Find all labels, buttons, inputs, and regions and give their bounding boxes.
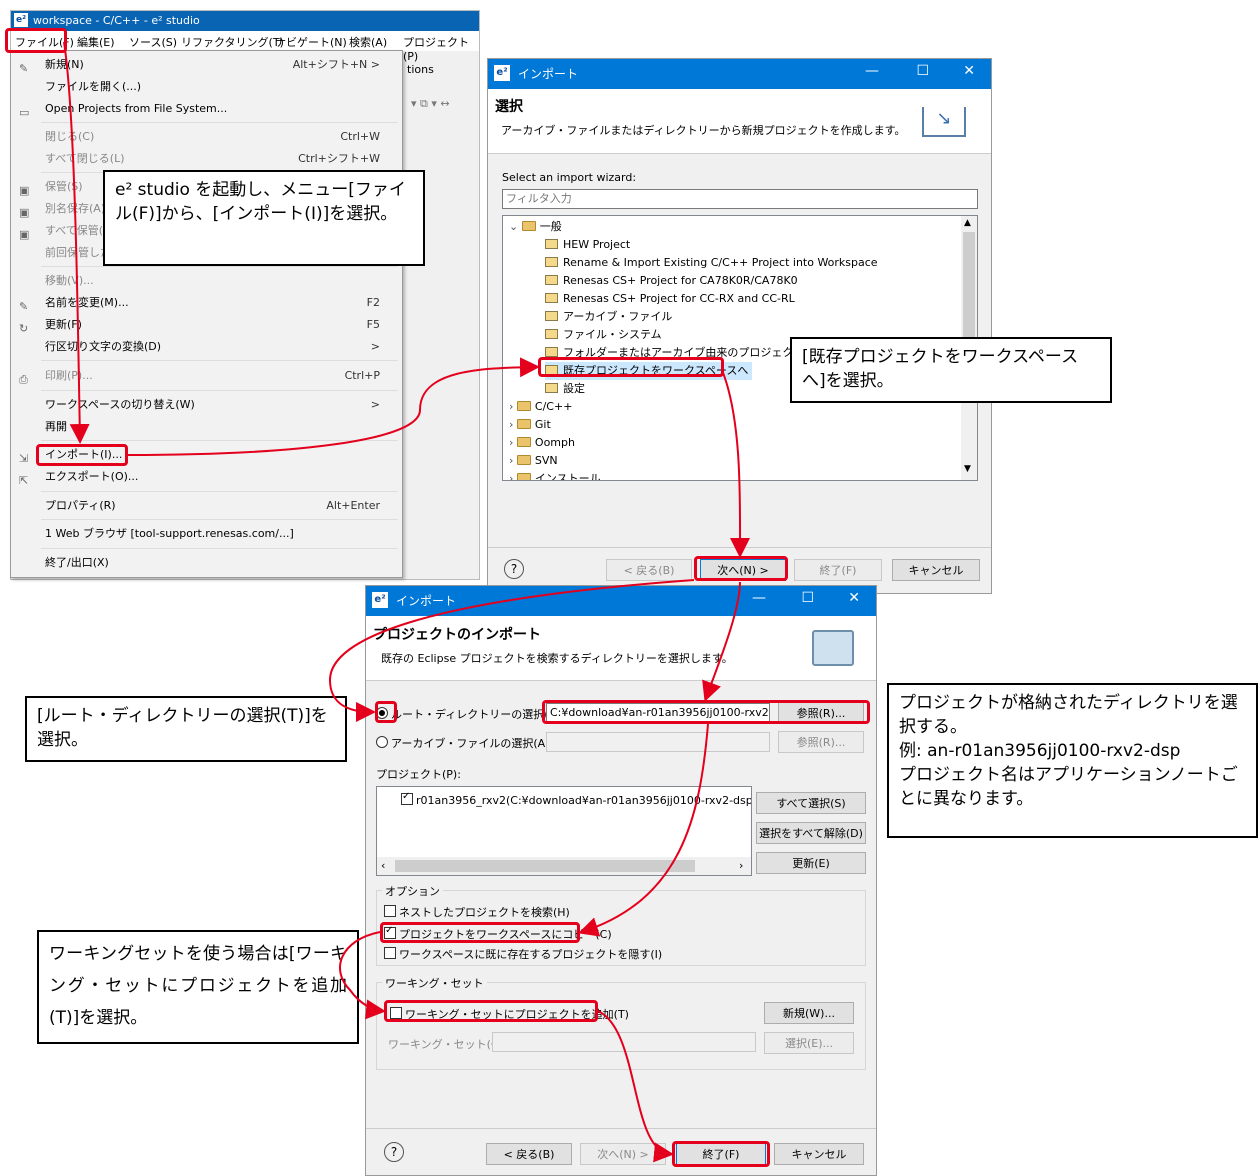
arrow-copy-to-working-set	[339, 931, 386, 1020]
arrow-file-to-import	[63, 41, 90, 444]
arrow-combo-to-copy	[578, 723, 709, 937]
arrow-next-to-root-radio	[328, 579, 695, 722]
flow-arrows	[63, 41, 751, 1163]
arrow-wizard-to-next	[721, 369, 751, 558]
arrow-next-to-root-combo	[702, 581, 741, 702]
arrow-working-set-to-finish	[597, 1010, 674, 1163]
arrow-import-to-wizard	[127, 357, 540, 456]
